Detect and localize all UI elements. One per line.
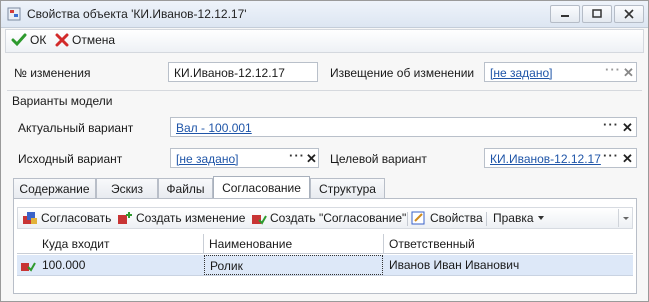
app-icon	[7, 7, 21, 21]
tab-sketch-label: Эскиз	[110, 181, 144, 196]
change-number-value: КИ.Иванов-12.12.17	[174, 66, 285, 80]
source-variant-label: Исходный вариант	[18, 152, 123, 166]
minimize-button[interactable]	[550, 5, 580, 23]
properties-label: Свойства	[430, 211, 483, 225]
properties-button[interactable]: Свойства	[411, 211, 483, 225]
column-header-where[interactable]: Куда входит	[37, 234, 205, 253]
actual-variant-label: Актуальный вариант	[18, 121, 134, 135]
approval-panel: Согласовать Создать изменение Создать "С…	[13, 198, 637, 294]
notice-clear-button[interactable]: ✕	[623, 65, 634, 81]
create-approval-icon	[252, 215, 267, 225]
toolbar-separator	[407, 212, 408, 226]
create-approval-label: Создать "Согласование"	[270, 211, 407, 225]
group-title: Варианты модели	[12, 94, 113, 108]
target-variant-field[interactable]: КИ.Иванов-12.12.17 ··· ✕	[484, 148, 637, 168]
close-icon	[624, 9, 634, 19]
notice-label: Извещение об изменении	[330, 66, 475, 80]
chevron-down-icon	[623, 217, 629, 220]
tab-files[interactable]: Файлы	[158, 178, 213, 198]
edit-label: Правка	[493, 211, 534, 225]
target-variant-label: Целевой вариант	[330, 152, 427, 166]
tab-sketch[interactable]: Эскиз	[96, 178, 158, 198]
window-title: Свойства объекта 'КИ.Иванов-12.12.17'	[27, 7, 247, 21]
maximize-icon	[592, 9, 602, 18]
minimize-icon	[561, 15, 569, 17]
edit-menu-button[interactable]: Правка	[493, 211, 545, 225]
column-header-name[interactable]: Наименование	[204, 234, 384, 253]
source-browse-button[interactable]: ···	[289, 148, 305, 163]
actual-variant-value[interactable]: Вал - 100.001	[176, 121, 252, 135]
cancel-button[interactable]: Отмена	[55, 33, 115, 47]
tab-content[interactable]: Содержание	[13, 178, 96, 198]
create-change-button[interactable]: Создать изменение	[117, 211, 245, 225]
tab-approval[interactable]: Согласование	[213, 176, 310, 198]
cross-icon	[55, 33, 69, 47]
notice-field[interactable]: [не задано] ··· ✕	[484, 62, 637, 82]
cell-where[interactable]: 100.000	[37, 255, 203, 275]
ok-button[interactable]: ОК	[11, 33, 46, 47]
notice-value[interactable]: [не задано]	[490, 66, 552, 80]
source-variant-field[interactable]: [не задано] ··· ✕	[170, 148, 319, 168]
main-toolbar: ОК Отмена	[5, 29, 644, 53]
source-clear-button[interactable]: ✕	[306, 151, 317, 167]
table-row[interactable]: 100.000 Ролик Иванов Иван Иванович	[17, 255, 633, 276]
approve-icon	[23, 212, 37, 224]
tab-files-label: Файлы	[166, 181, 205, 196]
cell-name[interactable]: Ролик	[204, 255, 383, 275]
actual-browse-button[interactable]: ···	[603, 117, 619, 132]
target-clear-button[interactable]: ✕	[622, 151, 633, 167]
change-number-label: № изменения	[14, 66, 91, 80]
table-header: Куда входит Наименование Ответственный	[17, 234, 633, 254]
properties-dialog: Свойства объекта 'КИ.Иванов-12.12.17' ОК…	[0, 0, 649, 302]
actual-variant-field[interactable]: Вал - 100.001 ··· ✕	[170, 117, 637, 137]
target-browse-button[interactable]: ···	[603, 148, 619, 163]
chevron-down-icon	[537, 216, 544, 220]
cell-responsible[interactable]: Иванов Иван Иванович	[384, 255, 633, 275]
change-number-field[interactable]: КИ.Иванов-12.12.17	[168, 62, 318, 82]
column-header-responsible[interactable]: Ответственный	[384, 234, 633, 253]
checkmark-icon	[11, 33, 27, 47]
tab-structure[interactable]: Структура	[310, 178, 385, 198]
actual-clear-button[interactable]: ✕	[622, 120, 633, 136]
close-button[interactable]	[614, 5, 644, 23]
approve-button[interactable]: Согласовать	[22, 211, 111, 225]
tab-content-label: Содержание	[19, 181, 90, 196]
notice-browse-button[interactable]: ···	[605, 62, 621, 77]
toolbar-overflow-button[interactable]	[618, 209, 633, 227]
cancel-label: Отмена	[72, 33, 116, 47]
properties-icon	[411, 211, 425, 225]
create-approval-button[interactable]: Создать "Согласование"	[251, 211, 406, 225]
source-variant-value[interactable]: [не задано]	[176, 152, 238, 166]
approval-table: Куда входит Наименование Ответственный 1…	[17, 234, 633, 289]
tab-structure-label: Структура	[319, 181, 376, 196]
toolbar-separator	[486, 212, 487, 226]
maximize-button[interactable]	[582, 5, 612, 23]
ok-label: ОК	[30, 33, 47, 47]
panel-toolbar: Согласовать Создать изменение Создать "С…	[17, 207, 633, 229]
title-bar: Свойства объекта 'КИ.Иванов-12.12.17'	[1, 1, 648, 28]
target-variant-value[interactable]: КИ.Иванов-12.12.17	[490, 152, 601, 166]
row-type-icon	[20, 259, 36, 275]
create-change-icon	[118, 212, 132, 224]
approve-label: Согласовать	[41, 211, 112, 225]
create-change-label: Создать изменение	[136, 211, 246, 225]
tab-approval-label: Согласование	[222, 180, 301, 195]
